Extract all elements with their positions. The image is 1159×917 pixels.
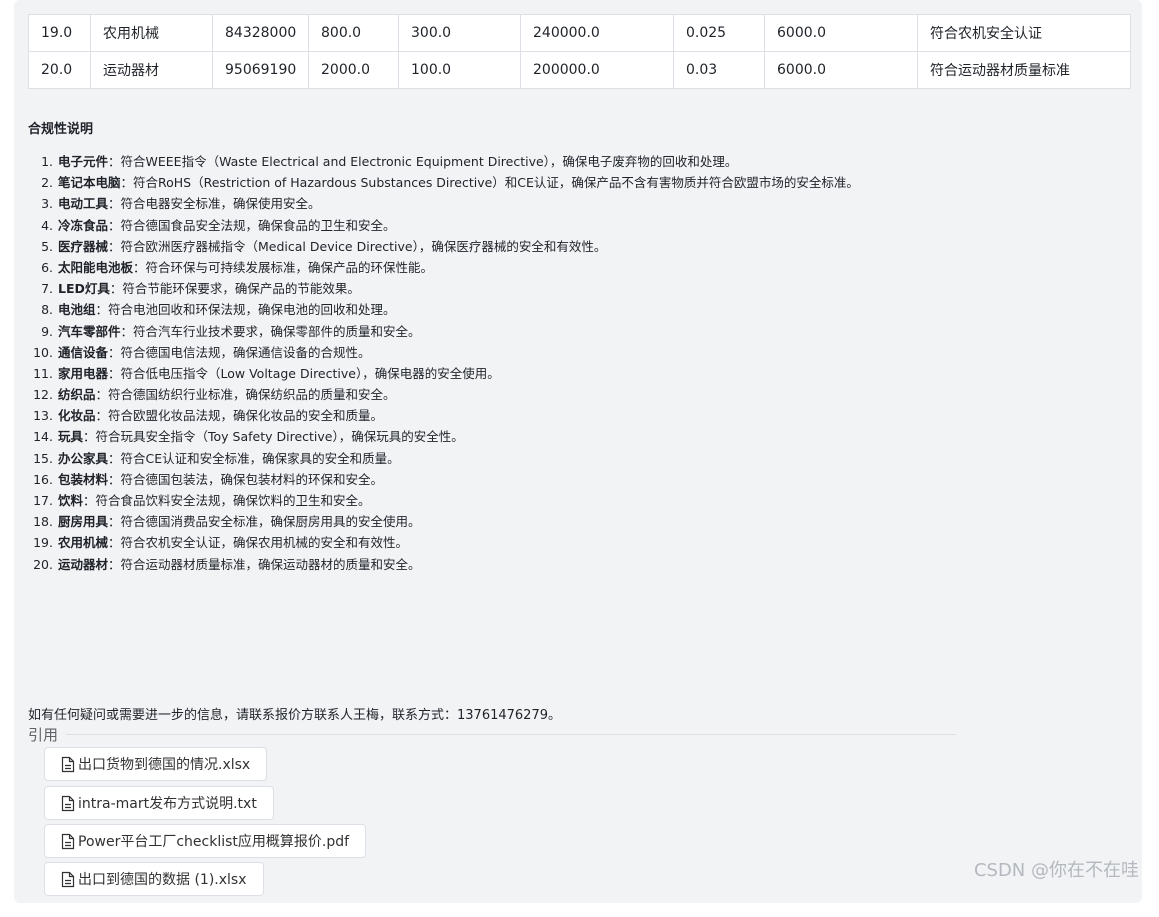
divider-line bbox=[66, 734, 956, 735]
file-icon bbox=[61, 795, 75, 811]
list-item: 8. 电池组：符合电池回收和环保法规，确保电池的回收和处理。 bbox=[41, 302, 396, 318]
table-cell: 19.0 bbox=[28, 14, 91, 52]
table-row: 20.0 运动器材 95069190 2000.0 100.0 200000.0… bbox=[28, 51, 1131, 89]
table-cell: 200000.0 bbox=[520, 51, 674, 89]
table-row: 19.0 农用机械 84328000 800.0 300.0 240000.0 … bbox=[28, 14, 1131, 52]
table-cell: 6000.0 bbox=[764, 51, 918, 89]
list-item: 12. 纺织品：符合德国纺织行业标准，确保纺织品的质量和安全。 bbox=[33, 387, 396, 403]
list-item: 15. 办公家具：符合CE认证和安全标准，确保家具的安全和质量。 bbox=[33, 450, 400, 466]
list-item: 16. 包装材料：符合德国包装法，确保包装材料的环保和安全。 bbox=[33, 471, 384, 487]
list-item: 20. 运动器材：符合运动器材质量标准，确保运动器材的质量和安全。 bbox=[33, 556, 421, 572]
file-name: 出口到德国的数据 (1).xlsx bbox=[78, 872, 247, 888]
list-item: 10. 通信设备：符合德国电信法规，确保通信设备的合规性。 bbox=[33, 344, 371, 360]
table-cell: 300.0 bbox=[398, 14, 521, 52]
table-cell: 2000.0 bbox=[308, 51, 399, 89]
list-item: 13. 化妆品：符合欧盟化妆品法规，确保化妆品的安全和质量。 bbox=[33, 408, 384, 424]
list-item: 1. 电子元件：符合WEEE指令（Waste Electrical and Ele… bbox=[41, 154, 738, 169]
file-name: Power平台工厂checklist应用概算报价.pdf bbox=[78, 834, 350, 850]
list-item: 5. 医疗器械：符合欧洲医疗器械指令（Medical Device Directi… bbox=[41, 238, 607, 254]
file-attachment-button[interactable]: Power平台工厂checklist应用概算报价.pdf bbox=[44, 824, 367, 858]
table-cell: 符合农机安全认证 bbox=[917, 14, 1131, 52]
list-item: 11. 家用电器：符合低电压指令（Low Voltage Directive），确… bbox=[33, 365, 500, 381]
file-attachment-button[interactable]: 出口货物到德国的情况.xlsx bbox=[44, 747, 268, 781]
watermark: CSDN @你在不在哇 bbox=[973, 860, 1139, 881]
table-cell: 6000.0 bbox=[764, 14, 918, 52]
file-attachment-button[interactable]: 出口到德国的数据 (1).xlsx bbox=[44, 862, 264, 896]
file-name: 出口货物到德国的情况.xlsx bbox=[78, 757, 251, 773]
list-item: 7. LED灯具：符合节能环保要求，确保产品的节能效果。 bbox=[41, 281, 360, 297]
list-item: 2. 笔记本电脑：符合RoHS（Restriction of Hazardous … bbox=[41, 175, 859, 191]
compliance-list: 1. 电子元件：符合WEEE指令（Waste Electrical and Ele… bbox=[14, 151, 1114, 575]
table-cell: 0.03 bbox=[673, 51, 765, 89]
table-cell: 符合运动器材质量标准 bbox=[917, 51, 1131, 89]
file-name: intra-mart发布方式说明.txt bbox=[78, 796, 257, 812]
table-cell: 84328000 bbox=[212, 14, 309, 52]
table-cell: 100.0 bbox=[398, 51, 521, 89]
list-item: 18. 厨房用具：符合德国消费品安全标准，确保厨房用具的安全使用。 bbox=[33, 514, 421, 530]
product-table: 19.0 农用机械 84328000 800.0 300.0 240000.0 … bbox=[28, 14, 1131, 89]
list-item: 14. 玩具：符合玩具安全指令（Toy Safety Directive），确保玩… bbox=[33, 429, 464, 445]
table-cell: 800.0 bbox=[308, 14, 399, 52]
list-item: 17. 饮料：符合食品饮料安全法规，确保饮料的卫生和安全。 bbox=[33, 493, 371, 508]
list-item: 19. 农用机械：符合农机安全认证，确保农用机械的安全和有效性。 bbox=[33, 535, 409, 551]
response-panel: 19.0 农用机械 84328000 800.0 300.0 240000.0 … bbox=[14, 0, 1142, 903]
list-item: 4. 冷冻食品：符合德国食品安全法规，确保食品的卫生和安全。 bbox=[41, 217, 396, 233]
file-icon bbox=[61, 871, 75, 887]
table-cell: 运动器材 bbox=[90, 51, 213, 89]
file-attachment-button[interactable]: intra-mart发布方式说明.txt bbox=[44, 786, 274, 820]
list-item: 9. 汽车零部件：符合汽车行业技术要求，确保零部件的质量和安全。 bbox=[41, 323, 421, 339]
table-cell: 0.025 bbox=[673, 14, 765, 52]
list-item: 6. 太阳能电池板：符合环保与可持续发展标准，确保产品的环保性能。 bbox=[41, 259, 434, 275]
table-cell: 240000.0 bbox=[520, 14, 674, 52]
references-label: 引用 bbox=[28, 726, 63, 744]
table-cell: 95069190 bbox=[212, 51, 309, 89]
compliance-heading: 合规性说明 bbox=[28, 122, 94, 137]
list-item: 3. 电动工具：符合电器安全标准，确保使用安全。 bbox=[41, 196, 321, 212]
references-divider: 引用 bbox=[28, 724, 956, 746]
file-icon bbox=[61, 756, 75, 772]
contact-info: 如有任何疑问或需要进一步的信息，请联系报价方联系人王梅，联系方式：1376147… bbox=[28, 708, 561, 723]
file-icon bbox=[61, 833, 75, 849]
table-cell: 20.0 bbox=[28, 51, 91, 89]
table-cell: 农用机械 bbox=[90, 14, 213, 52]
